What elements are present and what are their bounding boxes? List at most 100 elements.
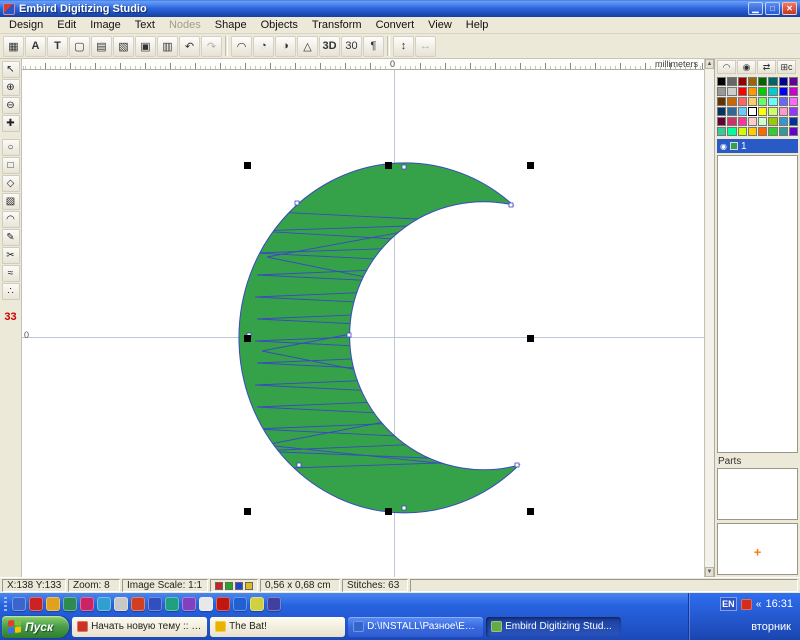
selection-handle-sw[interactable] bbox=[244, 508, 251, 515]
selection-handle-n[interactable] bbox=[385, 162, 392, 169]
quick-launch-icon-6[interactable] bbox=[97, 597, 111, 611]
color-swatch[interactable] bbox=[779, 77, 788, 86]
menu-item-help[interactable]: Help bbox=[459, 18, 496, 32]
menu-item-shape[interactable]: Shape bbox=[208, 18, 254, 32]
toolbar-arc-tool-button[interactable]: ◠ bbox=[231, 36, 252, 57]
menu-item-objects[interactable]: Objects bbox=[254, 18, 305, 32]
swap-colors-button[interactable]: ⇄ bbox=[757, 60, 776, 74]
color-swatch[interactable] bbox=[789, 77, 798, 86]
color-swatch[interactable] bbox=[768, 87, 777, 96]
menu-item-design[interactable]: Design bbox=[2, 18, 50, 32]
menu-item-image[interactable]: Image bbox=[83, 18, 128, 32]
selection-handle-e[interactable] bbox=[527, 335, 534, 342]
quick-launch-icon-11[interactable] bbox=[182, 597, 196, 611]
taskbar-task-1[interactable]: Начать новую тему :: В... bbox=[72, 617, 207, 637]
toolbar-quarter-view-button[interactable]: ◔ bbox=[253, 36, 274, 57]
color-swatch[interactable] bbox=[789, 87, 798, 96]
selection-handle-se[interactable] bbox=[527, 508, 534, 515]
toolbar-undo-button[interactable]: ↶ bbox=[179, 36, 200, 57]
part-preview[interactable]: + bbox=[717, 523, 798, 575]
color-swatch[interactable] bbox=[738, 107, 747, 116]
quick-launch-icon-1[interactable] bbox=[12, 597, 26, 611]
tool-polygon-button[interactable]: ◇ bbox=[2, 175, 20, 192]
toolbar-new-design-button[interactable]: ▢ bbox=[69, 36, 90, 57]
color-swatch[interactable] bbox=[738, 117, 747, 126]
toolbar-save-button[interactable]: ▣ bbox=[135, 36, 156, 57]
crescent-fill[interactable] bbox=[239, 163, 519, 513]
toolbar-grip[interactable] bbox=[4, 597, 7, 611]
tool-pan-button[interactable]: ✚ bbox=[2, 115, 20, 132]
quick-launch-icon-2[interactable] bbox=[29, 597, 43, 611]
selection-handle-ne[interactable] bbox=[527, 162, 534, 169]
color-swatch[interactable] bbox=[727, 107, 736, 116]
color-swatch[interactable] bbox=[758, 87, 767, 96]
color-wheel-button[interactable]: ◉ bbox=[737, 60, 756, 74]
tool-select-button[interactable]: ↖ bbox=[2, 61, 20, 78]
menu-item-view[interactable]: View bbox=[421, 18, 459, 32]
color-swatch[interactable] bbox=[727, 127, 736, 136]
color-swatch[interactable] bbox=[768, 77, 777, 86]
selected-object[interactable] bbox=[247, 165, 531, 512]
close-button[interactable]: ✕ bbox=[782, 2, 797, 15]
color-swatch[interactable] bbox=[758, 97, 767, 106]
palette-grid-button[interactable]: ⊞c bbox=[777, 60, 796, 74]
tool-scissors-button[interactable]: ✂ bbox=[2, 247, 20, 264]
selection-handle-nw[interactable] bbox=[244, 162, 251, 169]
language-indicator[interactable]: EN bbox=[720, 597, 737, 611]
color-swatch[interactable] bbox=[768, 117, 777, 126]
toolbar-triangle-tool-button[interactable]: △ bbox=[297, 36, 318, 57]
quick-launch-icon-15[interactable] bbox=[250, 597, 264, 611]
color-swatch[interactable] bbox=[738, 127, 747, 136]
color-swatch[interactable] bbox=[779, 117, 788, 126]
color-swatch[interactable] bbox=[789, 107, 798, 116]
color-swatch[interactable] bbox=[748, 77, 757, 86]
toolbar-view-3d-button[interactable]: 3D bbox=[319, 36, 340, 57]
toolbar-text-t-button[interactable]: T bbox=[47, 36, 68, 57]
color-swatch[interactable] bbox=[748, 107, 757, 116]
color-swatch[interactable] bbox=[748, 97, 757, 106]
tool-fill-region-button[interactable]: ▧ bbox=[2, 193, 20, 210]
quick-launch-icon-16[interactable] bbox=[267, 597, 281, 611]
scroll-down-button[interactable]: ▼ bbox=[705, 567, 714, 577]
visibility-eye-icon[interactable]: ◉ bbox=[720, 142, 727, 151]
quick-launch-icon-7[interactable] bbox=[114, 597, 128, 611]
color-swatch[interactable] bbox=[717, 117, 726, 126]
minimize-button[interactable]: ▁ bbox=[748, 2, 763, 15]
quick-launch-icon-9[interactable] bbox=[148, 597, 162, 611]
menu-item-text[interactable]: Text bbox=[128, 18, 162, 32]
color-swatch[interactable] bbox=[748, 87, 757, 96]
quick-launch-icon-4[interactable] bbox=[63, 597, 77, 611]
tray-app-icon[interactable] bbox=[741, 599, 752, 610]
tray-chevron-icon[interactable]: « bbox=[756, 599, 762, 610]
color-swatch[interactable] bbox=[738, 77, 747, 86]
selection-handle-w[interactable] bbox=[244, 335, 251, 342]
selection-handle-s[interactable] bbox=[385, 508, 392, 515]
quick-launch-icon-13[interactable] bbox=[216, 597, 230, 611]
toolbar-open-design-button[interactable]: ▤ bbox=[91, 36, 112, 57]
color-swatch[interactable] bbox=[727, 77, 736, 86]
parts-list[interactable] bbox=[717, 468, 798, 520]
tool-outline-button[interactable]: ◠ bbox=[2, 211, 20, 228]
quick-launch-icon-14[interactable] bbox=[233, 597, 247, 611]
toolbar-import-image-button[interactable]: ▧ bbox=[113, 36, 134, 57]
quick-launch-icon-3[interactable] bbox=[46, 597, 60, 611]
tool-node-edit-button[interactable]: ∴ bbox=[2, 283, 20, 300]
crescent-shape[interactable] bbox=[247, 165, 531, 512]
color-swatch[interactable] bbox=[779, 87, 788, 96]
color-swatch[interactable] bbox=[717, 107, 726, 116]
taskbar-task-2[interactable]: The Bat! bbox=[210, 617, 345, 637]
maximize-button[interactable]: □ bbox=[765, 2, 780, 15]
toolbar-text-a-button[interactable]: A bbox=[25, 36, 46, 57]
menu-item-edit[interactable]: Edit bbox=[50, 18, 83, 32]
color-swatch[interactable] bbox=[758, 107, 767, 116]
vertical-scrollbar[interactable]: ▲ ▼ bbox=[704, 59, 714, 577]
toolbar-palette-button[interactable]: ▦ bbox=[3, 36, 24, 57]
design-canvas[interactable]: 0 millimeters 0 bbox=[22, 59, 714, 577]
color-swatch[interactable] bbox=[748, 117, 757, 126]
color-swatch[interactable] bbox=[789, 117, 798, 126]
color-swatch[interactable] bbox=[727, 87, 736, 96]
tool-zoom-in-button[interactable]: ⊕ bbox=[2, 79, 20, 96]
color-swatch[interactable] bbox=[717, 87, 726, 96]
color-swatch[interactable] bbox=[758, 77, 767, 86]
menu-item-transform[interactable]: Transform bbox=[305, 18, 369, 32]
